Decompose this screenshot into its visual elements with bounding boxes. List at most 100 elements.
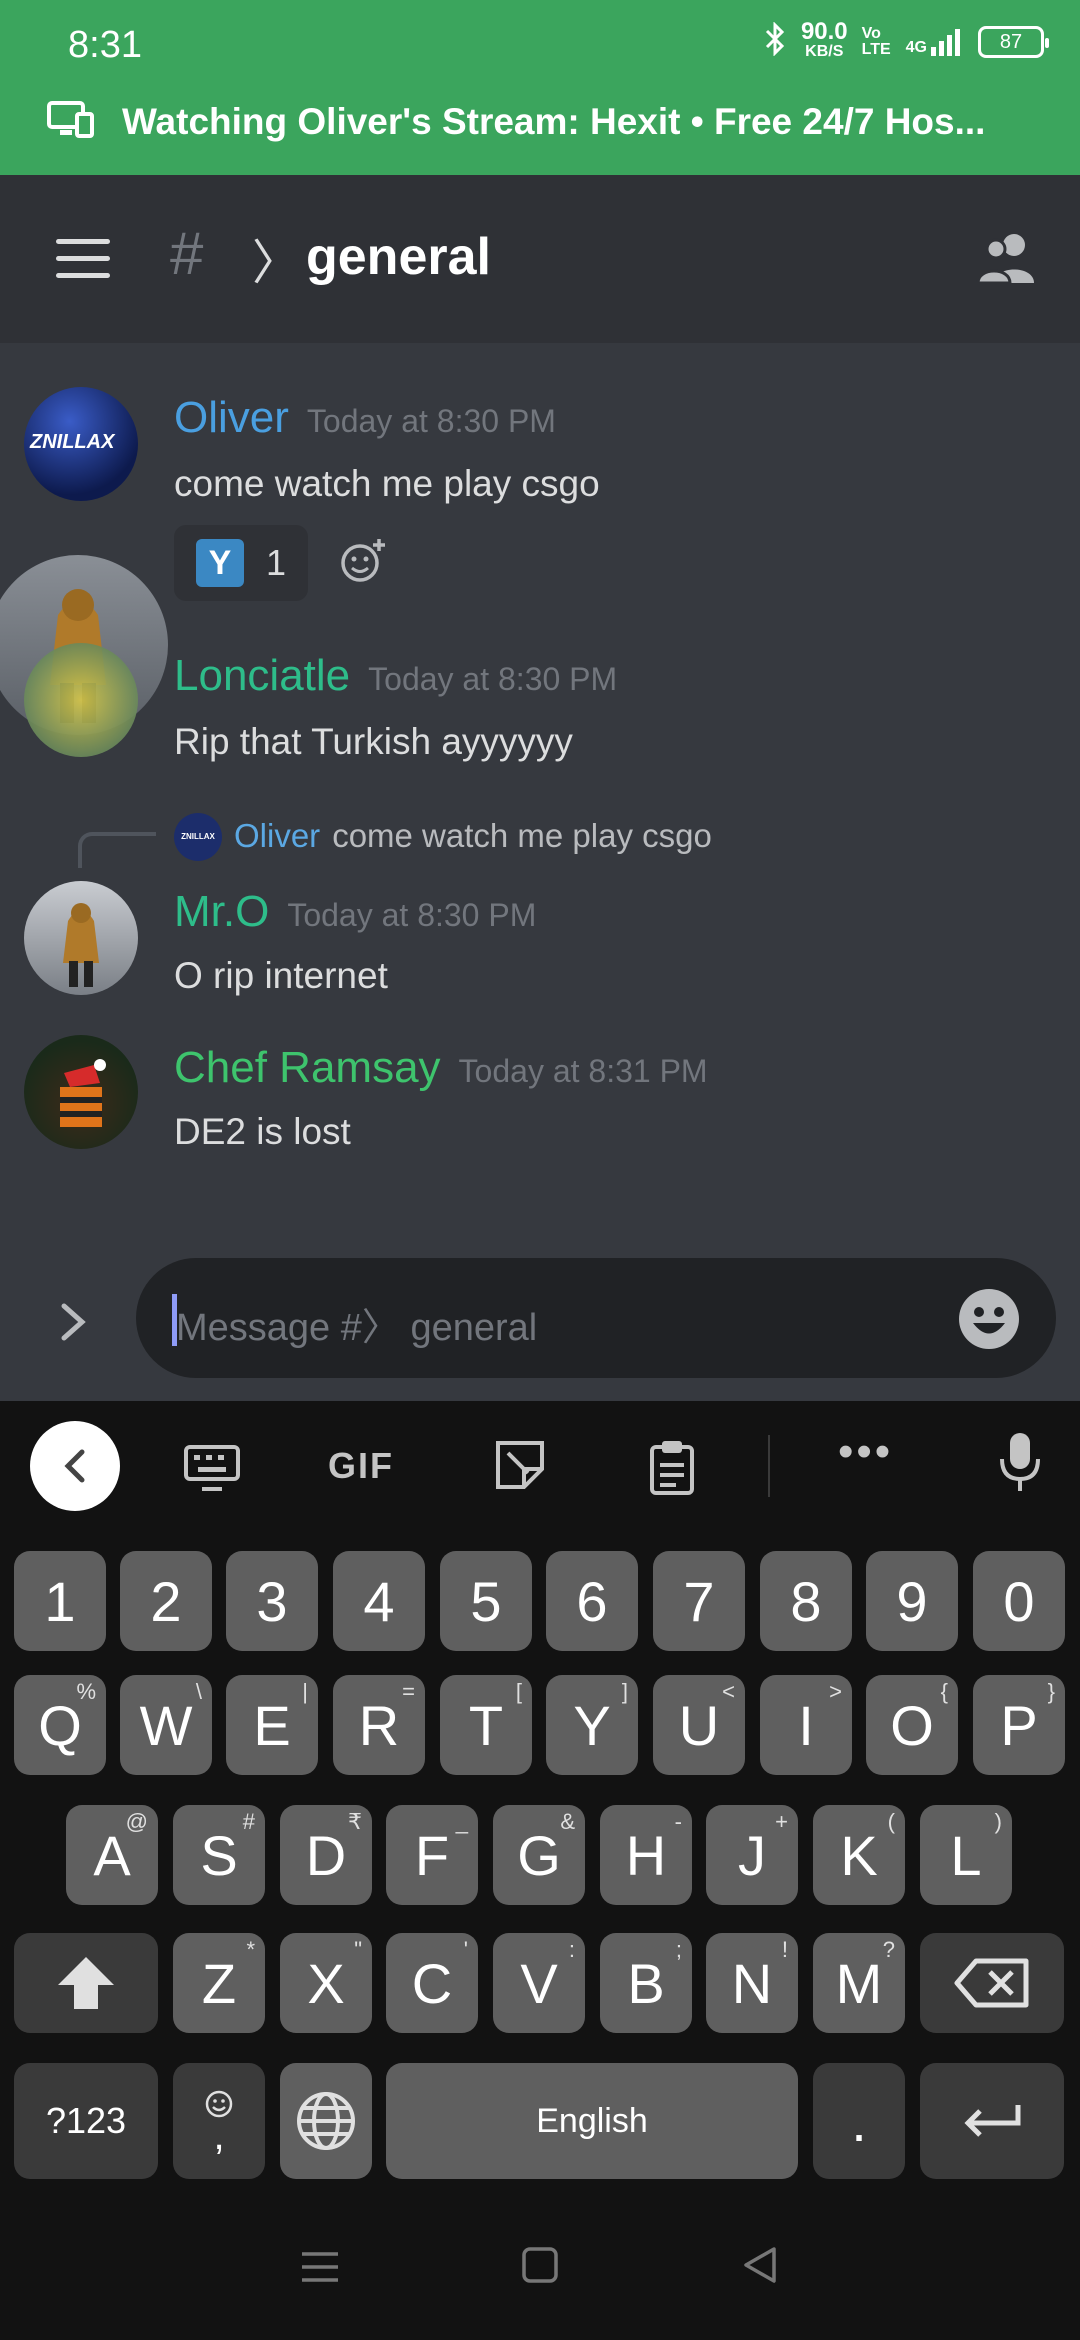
key-y[interactable]: Y] (546, 1675, 638, 1775)
key-h[interactable]: H- (600, 1805, 692, 1905)
key-b[interactable]: B; (600, 1933, 692, 2033)
emoji-comma-key[interactable]: , (173, 2063, 265, 2179)
recents-icon[interactable] (300, 2245, 340, 2295)
home-icon[interactable] (520, 2245, 560, 2296)
key-9[interactable]: 9 (866, 1551, 958, 1651)
key-r[interactable]: R = (333, 1675, 425, 1775)
shift-key[interactable] (14, 1933, 158, 2033)
channel-header: # 〉 general (0, 175, 1080, 343)
globe-key[interactable] (280, 2063, 372, 2179)
avatar[interactable] (24, 1035, 138, 1149)
key-6[interactable]: 6 (546, 1551, 638, 1651)
message-text: Rip that Turkish ayyyyyy (174, 721, 573, 762)
sticker-icon[interactable] (494, 1439, 546, 1496)
key-l[interactable]: L) (920, 1805, 1012, 1905)
composer: Message #〉 general (0, 1250, 1080, 1400)
bluetooth-icon (763, 21, 787, 62)
enter-key[interactable] (920, 2063, 1064, 2179)
bottom-row: ?123 , English . (0, 2063, 1080, 2179)
members-icon[interactable] (976, 231, 1040, 290)
chevron-right-icon: 〉 (252, 237, 301, 290)
message-placeholder: Message #〉 general (176, 1307, 538, 1349)
key-j[interactable]: J + (706, 1805, 798, 1905)
space-key[interactable]: English (386, 2063, 798, 2179)
avatar[interactable] (24, 881, 138, 995)
key-4[interactable]: 4 (333, 1551, 425, 1651)
back-icon[interactable] (30, 1421, 120, 1511)
key-c[interactable]: C ' (386, 1933, 478, 2033)
emoji-icon[interactable] (958, 1288, 1020, 1355)
shift-icon (58, 1957, 114, 2009)
avatar[interactable]: ZNILLAX (24, 387, 138, 501)
key-a[interactable]: A @ (66, 1805, 158, 1905)
reply-connector (78, 832, 156, 868)
status-time: 8:31 (68, 24, 142, 66)
battery-indicator: 87 (978, 26, 1049, 58)
message-timestamp: Today at 8:30 PM (368, 661, 618, 697)
add-reaction-icon[interactable] (340, 537, 388, 590)
system-nav-bar (0, 2200, 1080, 2340)
key-v[interactable]: V: (493, 1933, 585, 2033)
period-key[interactable]: . (813, 2063, 905, 2179)
message-author[interactable]: Chef Ramsay Today at 8:31 PM (174, 1043, 708, 1093)
symbols-key[interactable]: ?123 (14, 2063, 158, 2179)
message-list[interactable]: ZNILLAX Oliver Today at 8:30 PM come watc… (0, 343, 1080, 1401)
message-author[interactable]: Oliver Today at 8:30 PM (174, 393, 556, 443)
status-and-stream-banner: 8:31 90.0 KB/S Vo LTE 4G 87 Watching Oli… (0, 0, 1080, 175)
toolbar-divider (768, 1435, 770, 1497)
message-author[interactable]: Lonciatle Today at 8:30 PM (174, 651, 617, 701)
letter-row-2: A @ S # D ₹ F _ G & H- J + K( L) (0, 1805, 1080, 1905)
message-text: O rip internet (174, 955, 388, 996)
reaction-chip[interactable]: Y 1 (174, 525, 308, 601)
letter-row-3: Z * X " C ' V: B; N! M? (0, 1933, 1080, 2033)
microphone-icon[interactable] (998, 1431, 1042, 1500)
key-o[interactable]: O{ (866, 1675, 958, 1775)
backspace-icon (954, 1958, 1029, 2008)
key-z[interactable]: Z * (173, 1933, 265, 2033)
backspace-key[interactable] (920, 1933, 1064, 2033)
key-w[interactable]: W \ (120, 1675, 212, 1775)
key-q[interactable]: Q% (14, 1675, 106, 1775)
key-7[interactable]: 7 (653, 1551, 745, 1651)
stream-notification[interactable]: Watching Oliver's Stream: Hexit • Free 2… (46, 98, 1050, 145)
key-x[interactable]: X " (280, 1933, 372, 2033)
key-f[interactable]: F _ (386, 1805, 478, 1905)
key-2[interactable]: 2 (120, 1551, 212, 1651)
reply-preview[interactable]: Oliver come watch me play csgo (234, 817, 712, 855)
reply-avatar: ZNILLAX (174, 813, 222, 861)
key-t[interactable]: T[ (440, 1675, 532, 1775)
key-i[interactable]: I > (760, 1675, 852, 1775)
reaction-count: 1 (265, 542, 287, 583)
key-g[interactable]: G & (493, 1805, 585, 1905)
key-5[interactable]: 5 (440, 1551, 532, 1651)
clipboard-icon[interactable] (648, 1439, 696, 1500)
keyboard-toolbar: GIF ••• (0, 1401, 1080, 1531)
menu-icon[interactable] (56, 239, 110, 279)
channel-title[interactable]: general (306, 227, 491, 287)
chevron-right-icon[interactable] (58, 1300, 88, 1356)
key-s[interactable]: S # (173, 1805, 265, 1905)
message-author[interactable]: Mr.O Today at 8:30 PM (174, 887, 536, 937)
screen-share-icon (46, 98, 94, 145)
keyboard-icon[interactable] (184, 1439, 240, 1500)
key-e[interactable]: E | (226, 1675, 318, 1775)
avatar[interactable] (24, 643, 138, 757)
key-n[interactable]: N! (706, 1933, 798, 2033)
key-u[interactable]: U < (653, 1675, 745, 1775)
key-8[interactable]: 8 (760, 1551, 852, 1651)
more-icon[interactable]: ••• (838, 1427, 893, 1477)
back-nav-icon[interactable] (740, 2245, 780, 2296)
key-k[interactable]: K( (813, 1805, 905, 1905)
key-1[interactable]: 1 (14, 1551, 106, 1651)
message-input[interactable]: Message #〉 general (136, 1258, 1056, 1378)
key-m[interactable]: M? (813, 1933, 905, 2033)
key-0[interactable]: 0 (973, 1551, 1065, 1651)
stream-text: Watching Oliver's Stream: Hexit • Free 2… (122, 100, 986, 142)
gif-button[interactable]: GIF (328, 1445, 394, 1487)
message-text: come watch me play csgo (174, 463, 600, 504)
key-p[interactable]: P} (973, 1675, 1065, 1775)
message-timestamp: Today at 8:30 PM (306, 403, 556, 439)
message-text: DE2 is lost (174, 1111, 351, 1152)
key-3[interactable]: 3 (226, 1551, 318, 1651)
key-d[interactable]: D ₹ (280, 1805, 372, 1905)
